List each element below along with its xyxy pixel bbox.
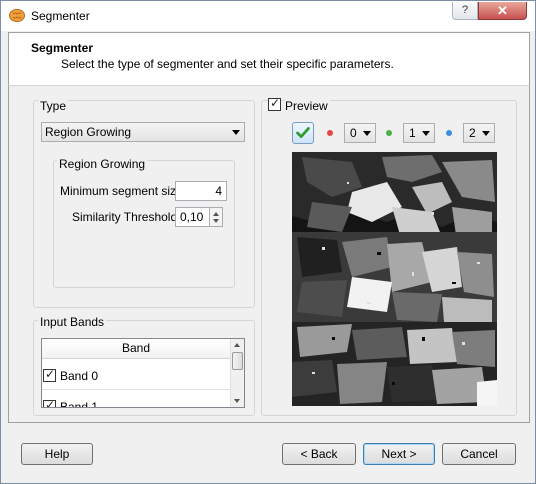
title-bar: Segmenter ? ✕ [1, 1, 535, 31]
red-channel-select[interactable]: 0 [344, 123, 376, 143]
checkmark-icon: ✓ [45, 367, 56, 381]
chevron-down-icon [422, 131, 430, 136]
spin-down-icon[interactable] [213, 219, 219, 223]
help-button[interactable]: Help [21, 443, 93, 465]
green-channel-value: 1 [409, 126, 416, 140]
wizard-content: Type Region Growing Region Growing Minim… [8, 85, 530, 423]
band-label: Band 0 [60, 369, 99, 383]
preview-label: Preview [285, 99, 330, 113]
checkmark-icon: ✓ [45, 398, 56, 408]
segmenter-type-select[interactable]: Region Growing [41, 122, 245, 142]
page-title: Segmenter [31, 41, 94, 55]
green-channel-select[interactable]: 1 [403, 123, 435, 143]
chevron-down-icon [482, 131, 490, 136]
cancel-button[interactable]: Cancel [442, 443, 516, 465]
green-channel-dot [386, 130, 392, 136]
brain-icon [9, 9, 25, 22]
close-button[interactable]: ✕ [478, 2, 527, 20]
scroll-up-icon[interactable] [234, 343, 240, 347]
band-column-header[interactable]: Band [42, 339, 230, 359]
segmenter-window: Segmenter ? ✕ Segmenter Select the type … [0, 0, 536, 484]
preview-checkbox[interactable]: ✓ [268, 96, 281, 111]
region-growing-group-label: Region Growing [57, 157, 148, 171]
similarity-threshold-value: 0,10 [180, 210, 204, 224]
scroll-thumb[interactable] [232, 352, 243, 370]
band-1-checkbox[interactable]: ✓ [43, 398, 56, 408]
scroll-down-icon[interactable] [234, 399, 240, 403]
next-button[interactable]: Next > [363, 443, 435, 465]
min-segment-value: 4 [215, 184, 222, 198]
band-table-scrollbar[interactable] [230, 339, 244, 407]
band-table: Band ✓ Band 0 ✓ Band 1 [41, 338, 245, 408]
blue-channel-value: 2 [469, 126, 476, 140]
segmenter-type-value: Region Growing [45, 125, 132, 139]
chevron-down-icon [363, 131, 371, 136]
input-bands-label: Input Bands [38, 315, 107, 329]
similarity-threshold-input[interactable]: 0,10 [175, 207, 210, 227]
band-0-checkbox[interactable]: ✓ [43, 367, 56, 382]
checkmark-icon: ✓ [270, 96, 281, 110]
segmentation-preview [292, 152, 497, 406]
band-label: Band 1 [60, 400, 99, 408]
wizard-header: Segmenter Select the type of segmenter a… [8, 32, 530, 85]
apply-preview-button[interactable] [292, 122, 314, 144]
blue-channel-dot [446, 130, 452, 136]
help-title-button[interactable]: ? [452, 2, 478, 20]
min-segment-label: Minimum segment size: [60, 184, 187, 198]
green-check-icon [296, 127, 310, 138]
red-channel-dot [327, 130, 333, 136]
red-channel-value: 0 [350, 126, 357, 140]
spin-up-icon[interactable] [213, 212, 219, 216]
min-segment-input[interactable]: 4 [175, 181, 227, 201]
page-subtitle: Select the type of segmenter and set the… [61, 57, 394, 71]
segmentation-preview-image [292, 152, 497, 406]
type-group-label: Type [38, 99, 69, 113]
similarity-spinner[interactable] [209, 207, 223, 227]
similarity-threshold-label: Similarity Threshold: [72, 210, 181, 224]
back-button[interactable]: < Back [282, 443, 356, 465]
table-row[interactable]: ✓ Band 0 [42, 360, 230, 390]
blue-channel-select[interactable]: 2 [463, 123, 495, 143]
window-title: Segmenter [31, 9, 90, 23]
table-row[interactable]: ✓ Band 1 [42, 390, 230, 408]
chevron-down-icon [232, 130, 240, 135]
